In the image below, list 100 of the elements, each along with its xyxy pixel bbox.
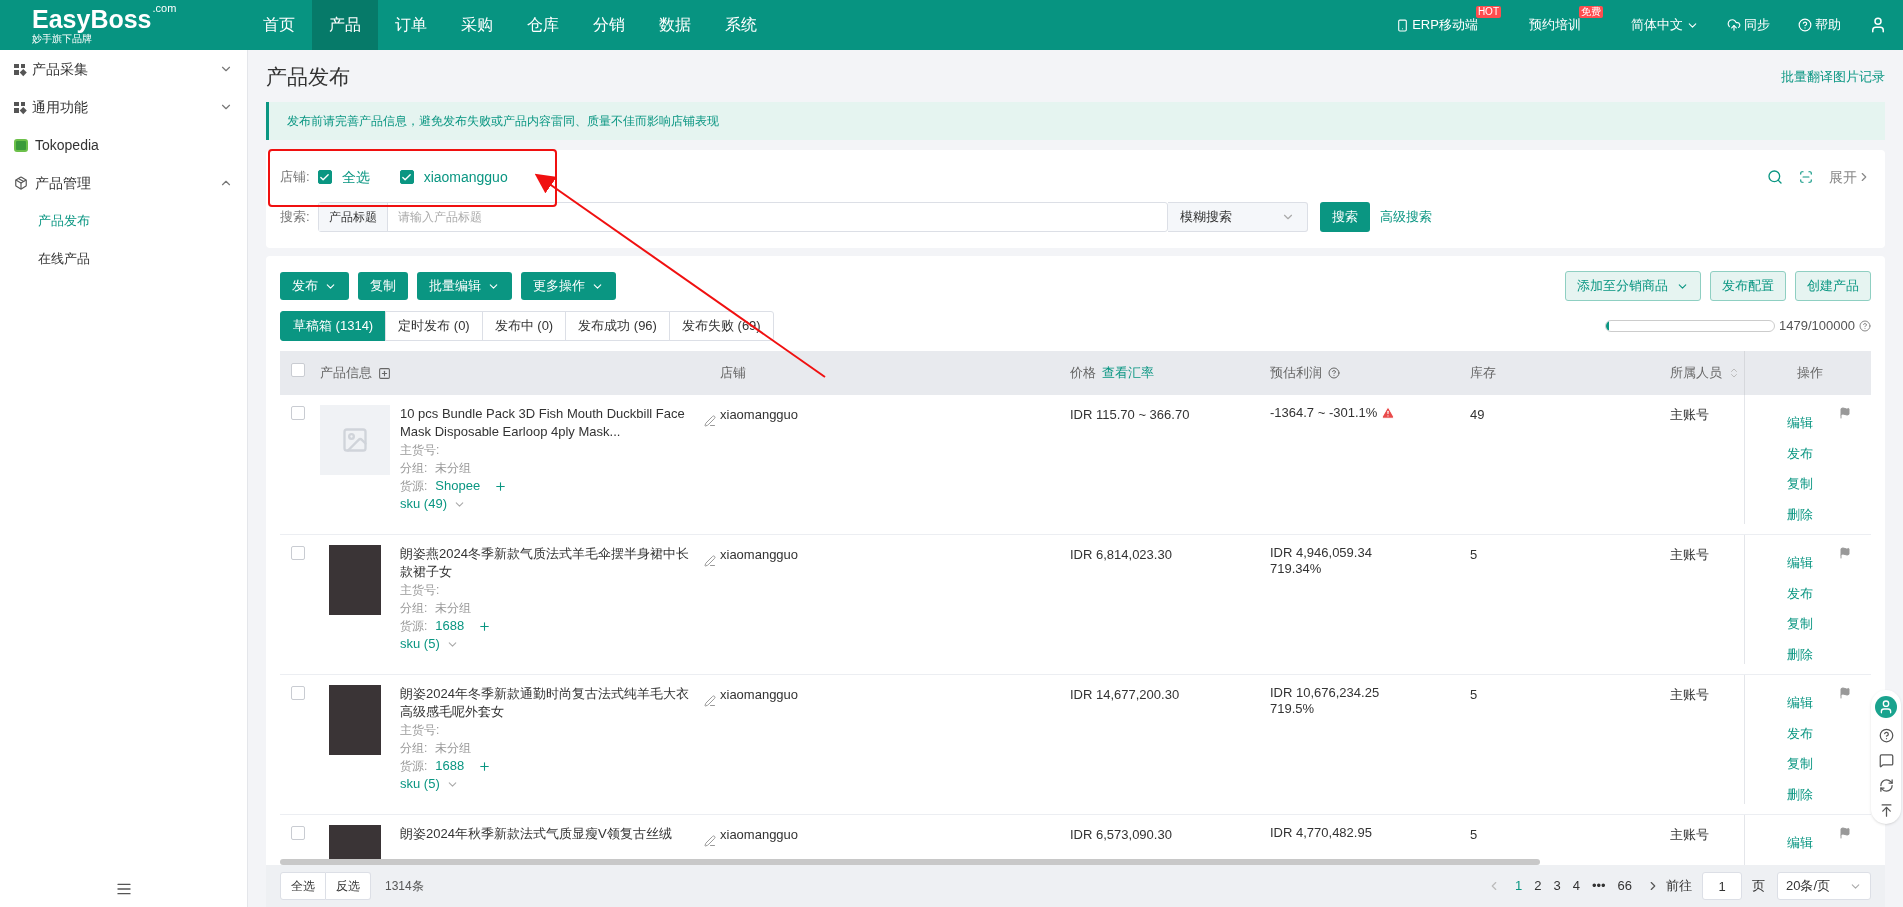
- sidebar-item[interactable]: 产品采集: [0, 50, 247, 88]
- toolbar-button[interactable]: 复制: [358, 272, 408, 300]
- sidebar-item[interactable]: Tokopedia: [0, 126, 247, 164]
- row-action-link[interactable]: 复制: [1787, 754, 1813, 774]
- sidebar-subitem[interactable]: 在线产品: [0, 240, 247, 278]
- refresh-icon[interactable]: [1878, 778, 1894, 793]
- row-action-link[interactable]: 复制: [1787, 614, 1813, 634]
- header-link[interactable]: 帮助: [1798, 15, 1841, 35]
- avatar-icon[interactable]: [1875, 696, 1897, 718]
- search-button[interactable]: 搜索: [1319, 202, 1370, 232]
- flag-icon[interactable]: [1839, 687, 1851, 699]
- nav-tab[interactable]: 数据: [642, 0, 708, 50]
- toolbar-button[interactable]: 添加至分销商品: [1565, 271, 1701, 301]
- flag-icon[interactable]: [1839, 407, 1851, 419]
- expand-icon[interactable]: [378, 366, 391, 380]
- nav-tab[interactable]: 分销: [576, 0, 642, 50]
- page-number[interactable]: 66: [1613, 876, 1636, 896]
- page-input[interactable]: 1: [1702, 872, 1742, 900]
- translation-records-link[interactable]: 批量翻译图片记录: [1781, 67, 1885, 87]
- sidebar-item[interactable]: 产品管理: [0, 164, 247, 202]
- page-number[interactable]: 2: [1530, 876, 1546, 896]
- header-link[interactable]: ERP移动端: [1396, 15, 1478, 35]
- layout-icon[interactable]: [1799, 170, 1813, 184]
- flag-icon[interactable]: [1839, 547, 1851, 559]
- add-icon[interactable]: [478, 619, 492, 633]
- sku-toggle[interactable]: sku (5): [400, 635, 716, 653]
- toolbar-button[interactable]: 发布配置: [1710, 271, 1786, 301]
- nav-tab[interactable]: 订单: [378, 0, 444, 50]
- exchange-rate-link[interactable]: 查看汇率: [1102, 363, 1154, 383]
- header-link[interactable]: 简体中文: [1631, 15, 1699, 35]
- toolbar-button[interactable]: 发布: [280, 272, 349, 300]
- horizontal-scrollbar[interactable]: [280, 859, 1540, 865]
- sku-toggle[interactable]: sku (49): [400, 495, 716, 513]
- row-action-link[interactable]: 删除: [1787, 644, 1813, 664]
- row-action-link[interactable]: 删除: [1787, 504, 1813, 524]
- page-number[interactable]: 4: [1568, 876, 1584, 896]
- product-title[interactable]: 10 pcs Bundle Pack 3D Fish Mouth Duckbill Face Mask Disposable Earloop 4ply Mask...: [400, 405, 698, 441]
- invert-selection-button[interactable]: 反选: [326, 872, 371, 900]
- nav-tab[interactable]: 采购: [444, 0, 510, 50]
- select-all-button[interactable]: 全选: [280, 872, 326, 900]
- help-icon[interactable]: [1878, 728, 1894, 743]
- page-number[interactable]: 1: [1510, 876, 1527, 896]
- row-action-link[interactable]: 发布: [1787, 443, 1813, 463]
- status-tab[interactable]: 发布中 (0): [481, 311, 567, 341]
- header-link[interactable]: 预约培训: [1529, 15, 1581, 35]
- nav-tab[interactable]: 系统: [708, 0, 774, 50]
- status-tab[interactable]: 定时发布 (0): [385, 311, 483, 341]
- row-action-link[interactable]: 编辑: [1787, 413, 1813, 433]
- edit-icon[interactable]: [704, 555, 716, 567]
- chat-icon[interactable]: [1878, 753, 1894, 768]
- add-icon[interactable]: [494, 479, 508, 493]
- edit-icon[interactable]: [704, 415, 716, 427]
- checkbox-label[interactable]: xiaomangguo: [423, 166, 508, 188]
- product-title[interactable]: 朗姿2024年冬季新款通勤时尚复古法式纯羊毛大衣高级感毛呢外套女: [400, 685, 698, 721]
- row-action-link[interactable]: 删除: [1787, 784, 1813, 804]
- toolbar-button[interactable]: 更多操作: [521, 272, 616, 300]
- checkbox[interactable]: [317, 170, 332, 184]
- collapse-menu-icon[interactable]: [115, 881, 132, 897]
- sidebar-item[interactable]: 通用功能: [0, 88, 247, 126]
- source-link[interactable]: 1688: [435, 757, 465, 775]
- user-icon[interactable]: [1869, 16, 1887, 34]
- page-number[interactable]: •••: [1587, 876, 1610, 896]
- nav-tab[interactable]: 首页: [246, 0, 312, 50]
- add-icon[interactable]: [478, 759, 492, 773]
- toolbar-button[interactable]: 创建产品: [1795, 271, 1871, 301]
- sidebar-subitem[interactable]: 产品发布: [0, 202, 247, 240]
- row-action-link[interactable]: 编辑: [1787, 553, 1813, 573]
- toolbar-button[interactable]: 批量编辑: [417, 272, 512, 300]
- checkbox[interactable]: [399, 170, 414, 184]
- nav-tab[interactable]: 仓库: [510, 0, 576, 50]
- product-title[interactable]: 朗姿燕2024冬季新款气质法式羊毛伞摆半身裙中长款裙子女: [400, 545, 698, 581]
- checkbox[interactable]: [291, 826, 305, 840]
- edit-icon[interactable]: [704, 835, 716, 847]
- sku-toggle[interactable]: sku (5): [400, 775, 716, 793]
- row-action-link[interactable]: 复制: [1787, 474, 1813, 494]
- help-icon[interactable]: [1328, 367, 1340, 379]
- source-link[interactable]: Shopee: [435, 477, 481, 495]
- row-action-link[interactable]: 发布: [1787, 583, 1813, 603]
- source-link[interactable]: 1688: [435, 617, 465, 635]
- row-action-link[interactable]: 发布: [1787, 723, 1813, 743]
- row-action-link[interactable]: 编辑: [1787, 833, 1813, 853]
- edit-icon[interactable]: [704, 695, 716, 707]
- search-field[interactable]: 产品标题 请输入产品标题: [317, 202, 1168, 232]
- nav-tab[interactable]: 产品: [312, 0, 378, 50]
- flag-icon[interactable]: [1839, 827, 1851, 839]
- product-title[interactable]: 朗姿2024年秋季新款法式气质显瘦V领复古丝绒: [400, 825, 698, 843]
- status-tab[interactable]: 发布成功 (96): [565, 311, 670, 341]
- page-number[interactable]: 3: [1549, 876, 1565, 896]
- checkbox[interactable]: [291, 363, 305, 378]
- search-input[interactable]: 请输入产品标题: [387, 208, 1167, 226]
- header-link[interactable]: 同步: [1727, 15, 1770, 35]
- search-mode-select[interactable]: 模糊搜索: [1167, 202, 1308, 232]
- row-action-link[interactable]: 编辑: [1787, 693, 1813, 713]
- status-tab[interactable]: 草稿箱 (1314): [280, 311, 387, 341]
- checkbox[interactable]: [291, 686, 305, 700]
- expand-button[interactable]: 展开: [1829, 166, 1871, 188]
- search-icon[interactable]: [1767, 169, 1783, 185]
- sort-icon[interactable]: [1728, 367, 1740, 379]
- advanced-search-link[interactable]: 高级搜索: [1379, 207, 1432, 227]
- checkbox[interactable]: [291, 406, 305, 420]
